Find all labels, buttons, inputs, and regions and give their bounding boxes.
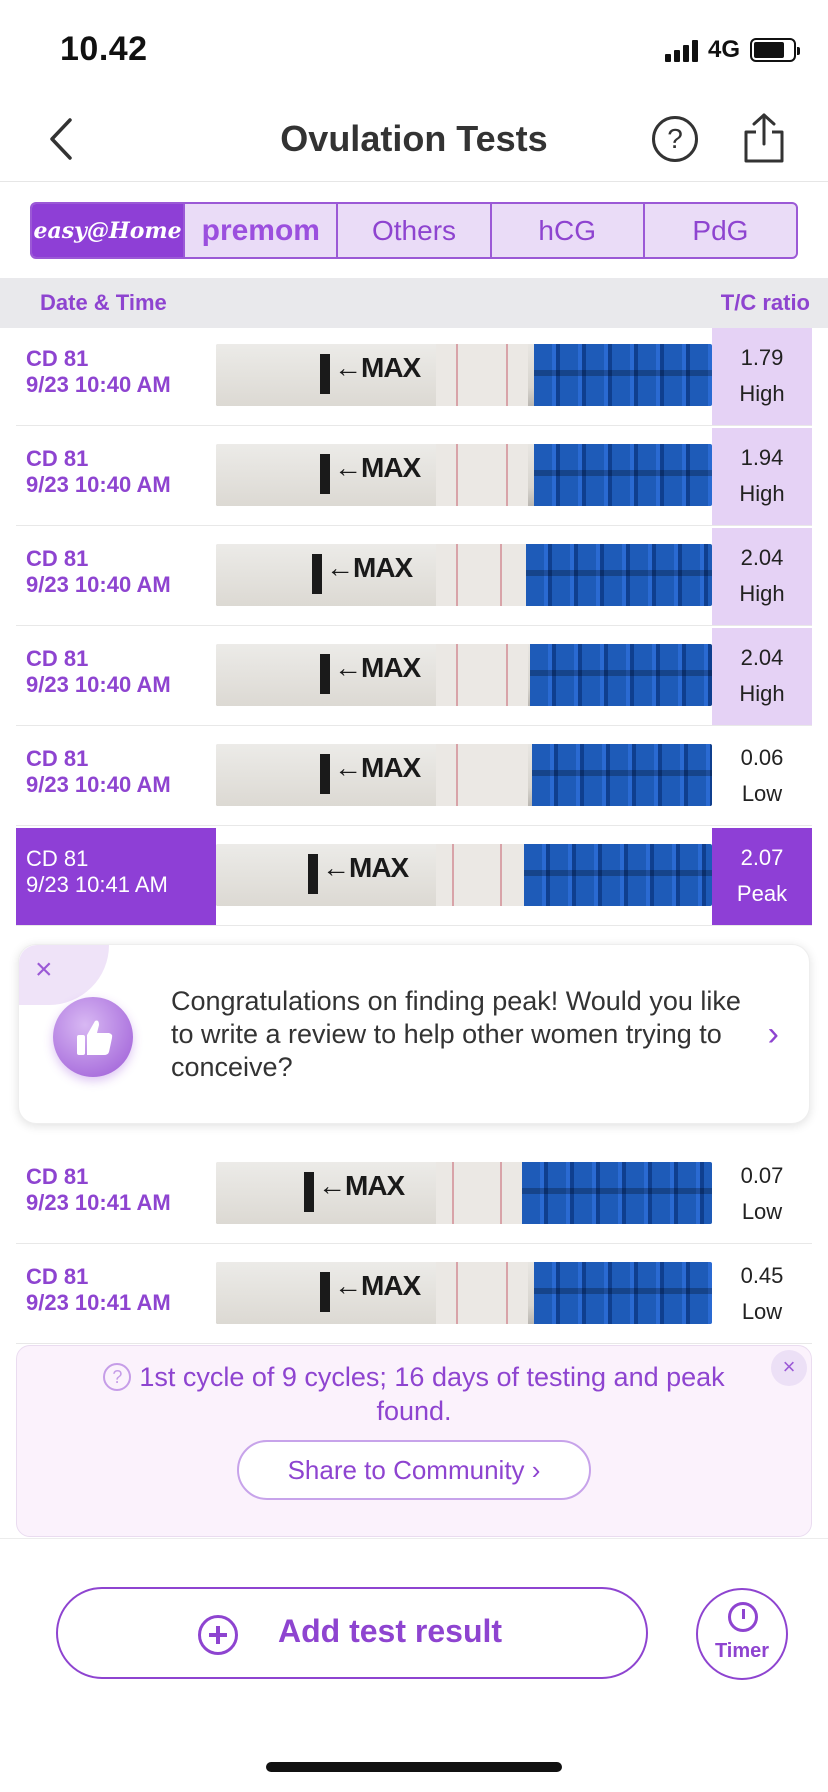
network-label: 4G	[707, 36, 740, 63]
tab-easy-home[interactable]: easy@Home	[32, 204, 186, 257]
tab-pdg[interactable]: PdG	[645, 204, 796, 257]
review-prompt-text: Congratulations on finding peak! Would y…	[171, 986, 741, 1082]
timer-label: Timer	[714, 1640, 770, 1662]
row-date: CD 81 9/23 10:40 AM	[26, 646, 171, 697]
peak-review-card[interactable]: × Congratulations on finding peak! Would…	[18, 944, 810, 1124]
plus-circle-icon	[198, 1615, 238, 1655]
status-time: 10.42	[60, 30, 148, 68]
ratio-cell: 2.07 Peak	[712, 828, 812, 925]
table-row-peak[interactable]: CD 81 9/23 10:41 AM ←MAX 2.07 Peak	[16, 828, 812, 926]
question-icon[interactable]: ?	[103, 1363, 132, 1391]
test-strip-image: ←MAX	[216, 744, 712, 806]
cycle-summary-panel: × ? 1st cycle of 9 cycles; 16 days of tes…	[16, 1345, 812, 1537]
stopwatch-icon	[728, 1602, 758, 1632]
test-strip-image: ←MAX	[216, 1262, 712, 1324]
test-strip-image: ←MAX	[216, 344, 712, 406]
home-indicator[interactable]	[266, 1762, 562, 1772]
page-title: Ovulation Tests	[280, 118, 548, 159]
table-row[interactable]: CD 81 9/23 10:40 AM ←MAX 1.79 High	[16, 328, 812, 426]
ratio-cell: 0.45 Low	[740, 1263, 784, 1324]
close-icon[interactable]: ×	[35, 955, 53, 985]
nav-bar: Ovulation Tests ?	[0, 100, 828, 182]
help-icon: ?	[667, 123, 683, 154]
test-strip-image: ←MAX	[216, 644, 712, 706]
table-header: Date & Time T/C ratio	[0, 278, 828, 328]
help-button[interactable]: ?	[652, 116, 698, 162]
table-row[interactable]: CD 81 9/23 10:41 AM ←MAX 0.07 Low	[16, 1146, 812, 1244]
signal-icon	[664, 38, 698, 62]
test-strip-image: ←MAX	[216, 444, 712, 506]
brand-tabs: easy@Home premom Others hCG PdG	[30, 202, 798, 259]
battery-icon	[750, 38, 800, 62]
table-row[interactable]: CD 81 9/23 10:40 AM ←MAX 2.04 High	[16, 528, 812, 626]
row-date: CD 81 9/23 10:40 AM	[26, 346, 171, 397]
ratio-cell: 0.07 Low	[740, 1163, 784, 1224]
ratio-cell: 2.04 High	[712, 628, 812, 725]
table-row[interactable]: CD 81 9/23 10:40 AM ←MAX 0.06 Low	[16, 728, 812, 826]
column-header-date: Date & Time	[40, 290, 167, 315]
row-date: CD 81 9/23 10:40 AM	[26, 546, 171, 597]
share-button[interactable]	[740, 112, 788, 164]
thumbs-up-icon	[53, 997, 133, 1077]
table-row[interactable]: CD 81 9/23 10:40 AM ←MAX 2.04 High	[16, 628, 812, 726]
add-test-result-label: Add test result	[278, 1613, 503, 1649]
status-indicators: 4G	[664, 36, 800, 64]
timer-button[interactable]: Timer	[696, 1588, 788, 1680]
row-date: CD 81 9/23 10:41 AM	[26, 846, 168, 897]
status-bar: 10.42 4G	[0, 0, 828, 100]
ratio-cell: 0.06 Low	[740, 745, 784, 806]
table-row[interactable]: CD 81 9/23 10:41 AM ←MAX 0.45 Low	[16, 1246, 812, 1344]
tab-others[interactable]: Others	[338, 204, 492, 257]
row-date: CD 81 9/23 10:41 AM	[26, 1164, 171, 1215]
table-row[interactable]: CD 81 9/23 10:40 AM ←MAX 1.94 High	[16, 428, 812, 526]
column-header-ratio: T/C ratio	[720, 290, 810, 315]
cycle-summary-text: ? 1st cycle of 9 cycles; 16 days of testi…	[87, 1360, 741, 1428]
chevron-right-icon[interactable]: ›	[768, 1015, 779, 1054]
tab-premom[interactable]: premom	[185, 204, 339, 257]
share-icon	[744, 113, 784, 163]
row-date: CD 81 9/23 10:40 AM	[26, 446, 171, 497]
row-date: CD 81 9/23 10:40 AM	[26, 746, 171, 797]
test-strip-image: ←MAX	[216, 1162, 712, 1224]
ratio-cell: 1.94 High	[712, 428, 812, 525]
test-strip-image: ←MAX	[216, 544, 712, 606]
test-strip-image: ←MAX	[216, 844, 712, 906]
ratio-cell: 1.79 High	[712, 328, 812, 425]
add-test-result-button[interactable]: Add test result	[56, 1587, 648, 1679]
close-icon[interactable]: ×	[771, 1350, 807, 1386]
tab-hcg[interactable]: hCG	[492, 204, 645, 257]
divider	[0, 1538, 828, 1539]
ratio-cell: 2.04 High	[712, 528, 812, 625]
row-date: CD 81 9/23 10:41 AM	[26, 1264, 171, 1315]
share-to-community-button[interactable]: Share to Community ›	[237, 1440, 591, 1500]
